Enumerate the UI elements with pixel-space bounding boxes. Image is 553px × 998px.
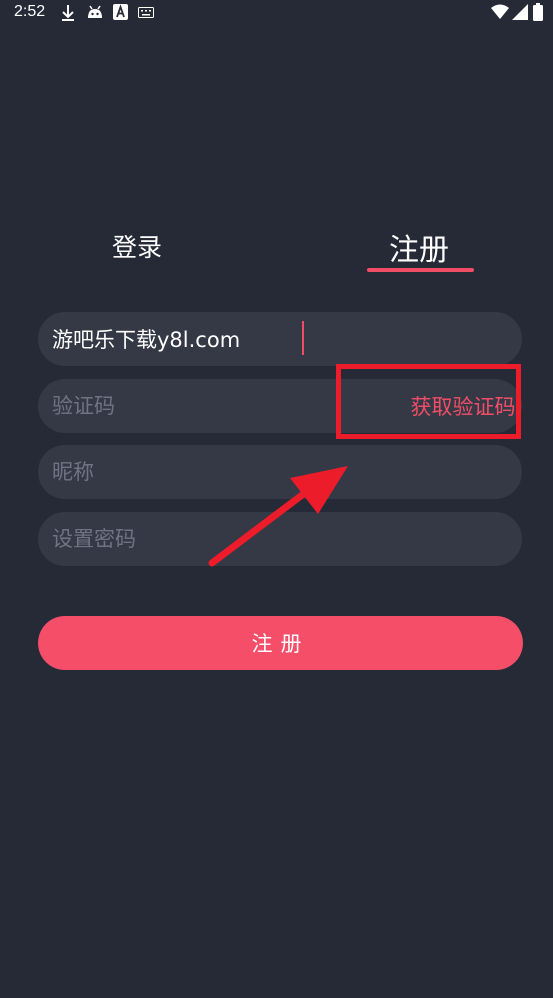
tab-login[interactable]: 登录 — [112, 228, 162, 264]
app-a-icon — [113, 4, 128, 20]
password-field — [38, 512, 522, 566]
account-field — [38, 312, 522, 366]
text-caret — [302, 321, 304, 355]
download-icon — [62, 5, 74, 21]
account-input[interactable] — [52, 312, 352, 366]
signal-icon — [512, 4, 528, 20]
annotation-arrow-icon — [208, 466, 348, 567]
password-input[interactable] — [52, 512, 352, 566]
status-time: 2:52 — [14, 3, 46, 20]
register-submit-button[interactable]: 注册 — [38, 616, 523, 670]
battery-icon — [533, 3, 543, 21]
active-tab-indicator — [367, 268, 474, 272]
android-icon — [88, 5, 102, 18]
nickname-input[interactable] — [52, 445, 352, 499]
get-code-button[interactable]: 获取验证码 — [378, 379, 548, 433]
verification-code-field: 获取验证码 — [38, 379, 522, 433]
wifi-icon — [491, 4, 509, 19]
tab-register[interactable]: 注册 — [389, 225, 449, 269]
status-bar: 2:52 — [0, 0, 553, 26]
verification-code-input[interactable] — [52, 379, 352, 433]
auth-tabs: 登录 注册 — [0, 220, 553, 280]
keyboard-icon — [138, 7, 154, 18]
nickname-field — [38, 445, 522, 499]
